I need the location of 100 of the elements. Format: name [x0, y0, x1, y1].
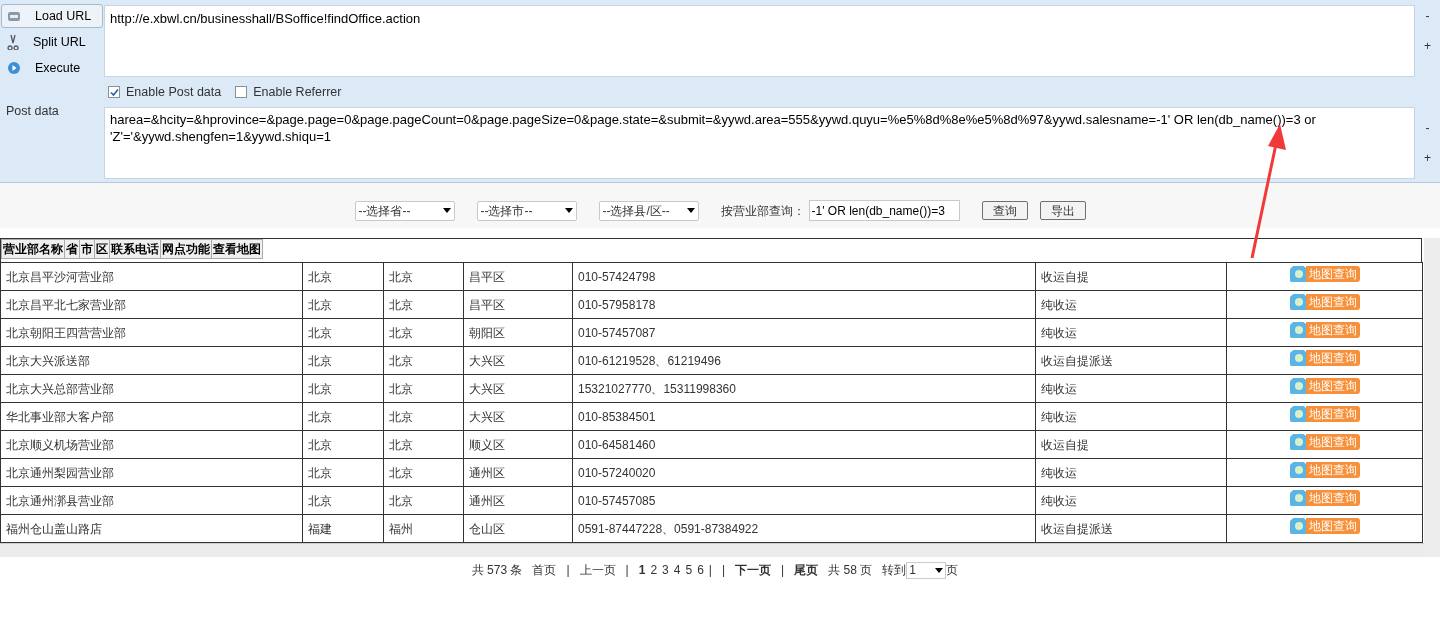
table-cell: 通州区 [469, 493, 505, 508]
page-link[interactable]: 上一页 [579, 561, 616, 579]
globe-icon [1289, 294, 1306, 311]
table-cell: 纯收运 [1041, 465, 1077, 480]
table-cell: 华北事业部大客户部 [6, 409, 114, 424]
table-cell: 北京 [308, 325, 332, 340]
toolbar-button[interactable]: Load URL [1, 4, 103, 28]
table-cell: 福州 [389, 521, 413, 536]
page-number[interactable]: 2 [650, 561, 658, 579]
globe-icon [1289, 378, 1306, 395]
table-cell: 北京 [308, 465, 332, 480]
toolbar-button[interactable]: Execute [1, 56, 103, 80]
pagination-text: 转到 [882, 562, 907, 579]
globe-icon [1289, 462, 1306, 479]
table-cell: 010-57424798 [578, 269, 656, 284]
drive-icon [7, 10, 21, 22]
table-cell: 北京 [389, 409, 413, 424]
query-button[interactable]: 导出 [1039, 201, 1086, 220]
table-cell: 北京大兴总部营业部 [6, 381, 114, 396]
table-cell: 纯收运 [1041, 381, 1077, 396]
globe-icon [1289, 434, 1306, 451]
table-cell: 北京 [389, 353, 413, 368]
table-cell: 15321027770、15311998360 [578, 381, 736, 396]
scissors-icon [7, 34, 19, 50]
collapse-button[interactable]: - [1425, 118, 1430, 138]
page-number[interactable]: 4 [673, 561, 681, 579]
table-cell: 北京 [308, 409, 332, 424]
toolbar-button[interactable]: Split URL [1, 30, 103, 54]
table-cell: 福建 [308, 521, 332, 536]
page-number[interactable]: 3 [662, 561, 669, 579]
caret-icon [564, 208, 573, 213]
table-cell: 纯收运 [1041, 493, 1077, 508]
dropdown[interactable]: --选择县/区-- [598, 200, 699, 221]
separator: | [708, 562, 712, 579]
table-cell: 收运自提派送 [1041, 521, 1113, 536]
expand-button[interactable]: + [1424, 36, 1431, 56]
page-link[interactable]: 尾页 [794, 561, 819, 579]
table-cell: 纯收运 [1041, 325, 1077, 340]
pagination-text: 共 573 条 [471, 562, 523, 579]
column-header: 联系电话 [109, 239, 161, 259]
separator: | [781, 562, 785, 579]
table-cell: 收运自提 [1041, 269, 1089, 284]
search-label: 按营业部查询： [720, 202, 805, 220]
table-cell: 大兴区 [469, 409, 505, 424]
play-icon [7, 61, 21, 75]
page-number[interactable]: 5 [685, 561, 693, 579]
table-cell: 北京 [389, 297, 413, 312]
separator: | [566, 562, 570, 579]
checkbox[interactable] [235, 86, 248, 98]
pagination-text: 共 58 页 [828, 562, 873, 579]
pagination-text: 页 [946, 562, 959, 579]
separator: | [721, 562, 726, 579]
table-cell: 收运自提派送 [1041, 353, 1113, 368]
table-cell: 通州区 [469, 465, 505, 480]
dropdown[interactable]: --选择省-- [354, 200, 455, 221]
table-cell: 北京 [389, 269, 413, 284]
table-cell: 北京昌平沙河营业部 [6, 269, 114, 284]
table-cell: 北京大兴派送部 [6, 353, 90, 368]
globe-icon [1289, 406, 1306, 423]
caret-icon [686, 208, 695, 213]
globe-icon [1289, 490, 1306, 507]
page-number[interactable]: 6 [697, 561, 704, 579]
table-cell: 北京朝阳王四营营业部 [6, 325, 126, 340]
page-select[interactable]: 1 [906, 561, 947, 579]
table-cell: 昌平区 [469, 269, 505, 284]
table-cell: 北京 [308, 381, 332, 396]
post-data-field[interactable]: harea=&hcity=&hprovince=&page.page=0&page.pageCount=0&page.pageSize=0&page.state=&submit=&yywd.area=555&yywd.quyu=%e5%8d%8e%e5%8d%97&yywd.salesname=-1' OR len(db_name())=3 or 'Z'='&yywd.shengfen=1&yywd.shiqu=1 [104, 107, 1415, 179]
table-cell: 010-61219528、61219496 [578, 353, 721, 368]
checkbox-label: Enable Referrer [253, 83, 342, 101]
table-cell: 大兴区 [469, 381, 505, 396]
separator: | [625, 562, 629, 579]
table-cell: 昌平区 [469, 297, 505, 312]
horizontal-scrollbar[interactable] [0, 543, 1424, 557]
table-cell: 纯收运 [1041, 297, 1077, 312]
caret-icon [442, 208, 451, 213]
table-cell: 北京 [389, 465, 413, 480]
url-field[interactable]: http://e.xbwl.cn/businesshall/BSoffice!findOffice.action [104, 5, 1415, 77]
search-field[interactable]: -1' OR len(db_name())=3 [808, 200, 960, 221]
table-cell: 仓山区 [469, 521, 505, 536]
page-link[interactable]: 首页 [532, 561, 557, 579]
page-number[interactable]: 1 [638, 561, 646, 579]
checkbox-label: Enable Post data [126, 83, 222, 101]
collapse-button[interactable]: - [1425, 6, 1430, 26]
expand-button[interactable]: + [1424, 148, 1431, 168]
page-link[interactable]: 下一页 [735, 561, 772, 579]
column-header: 网点功能 [160, 239, 212, 259]
globe-icon [1289, 266, 1306, 283]
table-cell: 北京 [389, 437, 413, 452]
dropdown[interactable]: --选择市-- [476, 200, 577, 221]
table-cell: 大兴区 [469, 353, 505, 368]
table-cell: 北京昌平北七家营业部 [6, 297, 126, 312]
table-cell: 010-57958178 [578, 297, 656, 312]
table-cell: 北京通州梨园营业部 [6, 465, 114, 480]
table-cell: 福州仓山盖山路店 [6, 521, 102, 536]
column-header: 查看地图 [211, 239, 263, 259]
query-button[interactable]: 查询 [981, 201, 1028, 220]
table-cell: 北京 [389, 325, 413, 340]
table-cell: 北京 [389, 493, 413, 508]
checkbox[interactable] [108, 86, 120, 98]
vertical-scrollbar[interactable] [1424, 238, 1440, 557]
